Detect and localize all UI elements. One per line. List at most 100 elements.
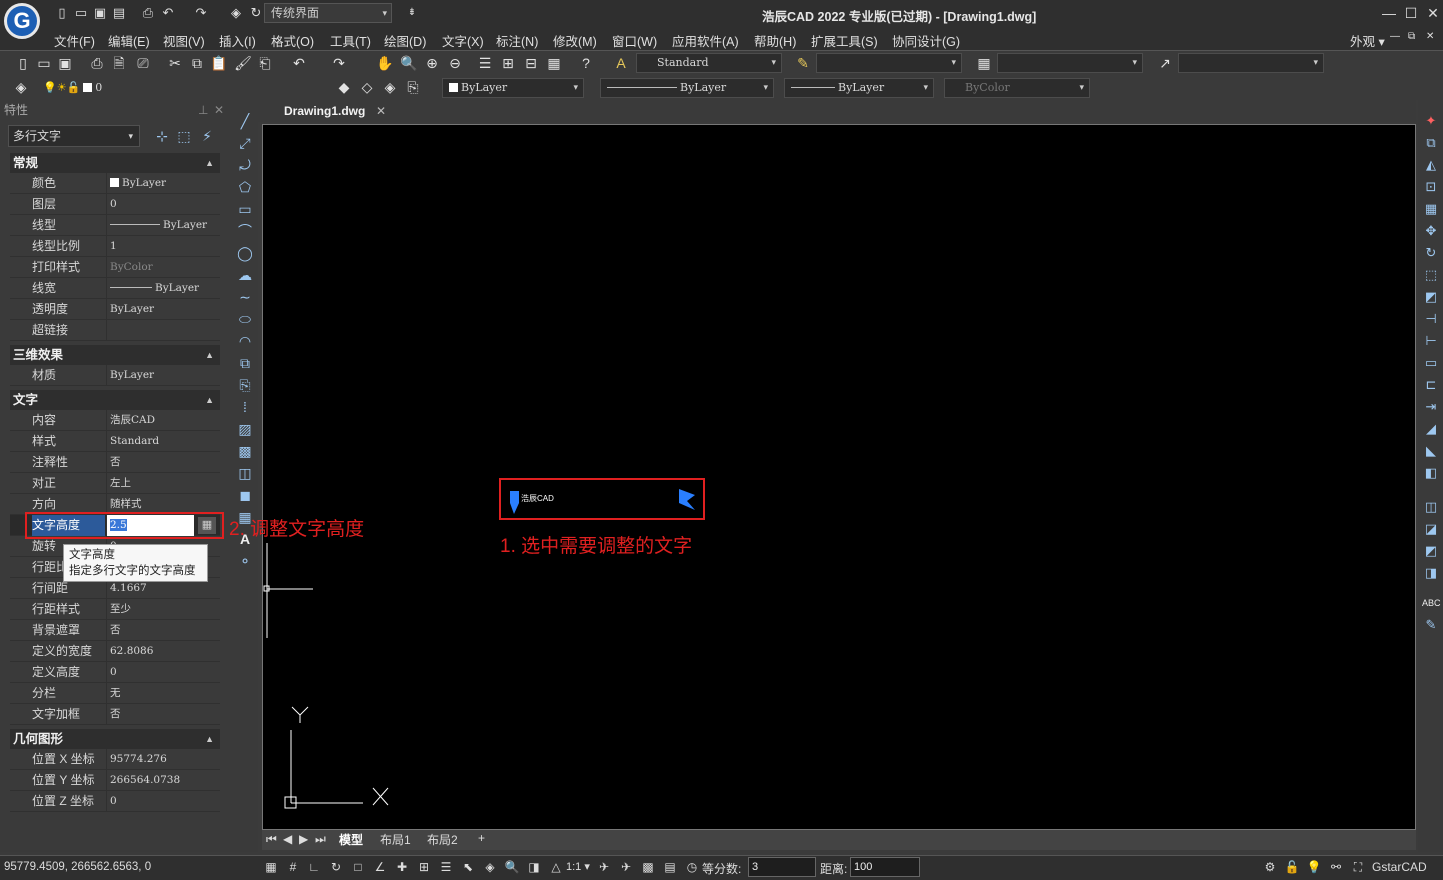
revision-cloud-icon[interactable]: ☁ (236, 266, 254, 284)
gear-icon[interactable]: ⚙ (1262, 859, 1278, 875)
property-value[interactable]: 否 (106, 620, 220, 641)
property-row[interactable]: 打印样式 ByColor (10, 257, 220, 278)
gradient-icon[interactable]: ▩ (236, 442, 254, 460)
hatch-icon[interactable]: ▨ (236, 420, 254, 438)
property-value[interactable]: Standard (106, 431, 220, 452)
undo-icon[interactable]: ↶ (160, 5, 176, 21)
scale-icon[interactable]: ⬚ (1422, 266, 1440, 284)
selection-cycling-icon[interactable]: ⬉ (460, 859, 476, 875)
annotation-scale[interactable]: 1:1 ▾ (566, 860, 590, 873)
menu-help[interactable]: 帮助(H) (754, 31, 796, 50)
section-general[interactable]: 常规 ▲ (10, 153, 220, 173)
close-button[interactable]: ✕ (1422, 4, 1443, 22)
fillet-icon[interactable]: ◣ (1422, 442, 1440, 460)
tab-model[interactable]: 模型 (339, 831, 363, 848)
point-icon[interactable]: ⁞ (236, 398, 254, 416)
property-row[interactable]: 背景遮罩 否 (10, 620, 220, 641)
property-row[interactable]: 位置 Z 坐标 0 (10, 791, 220, 812)
make-current-layer-icon[interactable]: ◆ (335, 78, 353, 96)
publish-icon[interactable]: ⎚ (134, 54, 152, 72)
property-value[interactable]: ByLayer (106, 173, 220, 194)
property-row[interactable]: 样式 Standard (10, 431, 220, 452)
layer-manager-icon[interactable]: ◈ (12, 78, 30, 96)
quick-select-icon[interactable]: ⚡ (198, 127, 216, 145)
divide-input[interactable]: 3 (748, 857, 816, 877)
table-style-select[interactable]: ▾ (997, 53, 1143, 73)
document-tab[interactable]: Drawing1.dwg ✕ (280, 103, 390, 122)
workspace-switch-icon[interactable]: ↻ (248, 5, 264, 21)
property-row[interactable]: 材质 ByLayer (10, 365, 220, 386)
property-value[interactable]: 否 (106, 452, 220, 473)
extend-icon[interactable]: ⊢ (1422, 332, 1440, 350)
bulb-icon[interactable]: 💡 (1306, 859, 1322, 875)
trim-icon[interactable]: ⊣ (1422, 310, 1440, 328)
app-logo[interactable]: G (4, 3, 40, 39)
new-file-icon[interactable]: ▯ (54, 5, 70, 21)
multileader-style-select[interactable]: ▾ (1178, 53, 1324, 73)
new-icon[interactable]: ▯ (14, 54, 32, 72)
copy-icon[interactable]: ⧉ (188, 54, 206, 72)
property-row[interactable]: 定义的宽度 62.8086 (10, 641, 220, 662)
chamfer-icon[interactable]: ◢ (1422, 420, 1440, 438)
section-text[interactable]: 文字 ▲ (10, 390, 220, 410)
property-value[interactable] (106, 320, 220, 341)
layer-select[interactable]: 💡☀🔓 0 (36, 78, 240, 98)
property-value[interactable]: 0 (106, 791, 220, 812)
property-value[interactable]: ByLayer (106, 278, 220, 299)
tab-add[interactable]: + (478, 831, 485, 845)
menu-modify[interactable]: 修改(M) (553, 31, 597, 50)
edit-text-icon[interactable]: ✎ (1422, 616, 1440, 634)
text-style-icon[interactable]: A (612, 54, 630, 72)
polyline-icon[interactable]: ⤾ (236, 156, 254, 174)
doc-close-icon[interactable]: ✕ (1426, 31, 1434, 42)
layers-icon[interactable]: ◈ (228, 5, 244, 21)
last-tab-nav-icon[interactable]: ⏭ (315, 832, 326, 847)
property-row[interactable]: 位置 Y 坐标 266564.0738 (10, 770, 220, 791)
array-icon[interactable]: ▦ (1422, 200, 1440, 218)
print-icon[interactable]: ⎙ (140, 5, 156, 21)
select-objects-icon[interactable]: ⬚ (175, 127, 193, 145)
appearance-menu[interactable]: 外观 ▾ (1350, 31, 1385, 50)
doc-restore-icon[interactable]: ⧉ (1408, 31, 1415, 42)
otrack-icon[interactable]: ∠ (372, 859, 388, 875)
open-file-icon[interactable]: ▭ (73, 5, 89, 21)
property-value[interactable]: ByLayer (106, 299, 220, 320)
insert-block-icon[interactable]: ⧉ (236, 354, 254, 372)
draworder-back-icon[interactable]: ◪ (1422, 520, 1440, 538)
copy-object-icon[interactable]: ⧉ (1422, 134, 1440, 152)
grid-display-icon[interactable]: ▦ (263, 859, 279, 875)
menu-window[interactable]: 窗口(W) (612, 31, 657, 50)
draworder-under-icon[interactable]: ◨ (1422, 564, 1440, 582)
property-row[interactable]: 注释性 否 (10, 452, 220, 473)
linetype-select[interactable]: ByLayer ▾ (600, 78, 774, 98)
property-row[interactable]: 透明度 ByLayer (10, 299, 220, 320)
property-row[interactable]: 线型 ByLayer (10, 215, 220, 236)
snap-icon[interactable]: # (285, 859, 301, 875)
annotation-visibility-icon[interactable]: △ (548, 859, 564, 875)
maximize-button[interactable]: ☐ (1400, 4, 1422, 22)
print-icon[interactable]: ⎙ (88, 54, 106, 72)
property-value[interactable]: 0 (106, 194, 220, 215)
workspace-status-icon[interactable]: ◨ (526, 859, 542, 875)
prev-tab-nav-icon[interactable]: ◀ (283, 832, 292, 846)
property-row[interactable]: 定义高度 0 (10, 662, 220, 683)
lock-ui-icon[interactable]: 🔓 (1284, 859, 1300, 875)
polygon-icon[interactable]: ⬠ (236, 178, 254, 196)
calculator-icon[interactable]: ▦ (545, 54, 563, 72)
property-row[interactable]: 行距样式 至少 (10, 599, 220, 620)
menu-view[interactable]: 视图(V) (163, 31, 205, 50)
paste-icon[interactable]: 📋 (210, 54, 228, 72)
dim-style-icon[interactable]: ✎ (794, 54, 812, 72)
redo-icon[interactable]: ↷ (193, 5, 209, 21)
save-icon[interactable]: ▣ (56, 54, 74, 72)
arc-icon[interactable]: ⌒ (236, 222, 254, 240)
tool-palette-icon[interactable]: ⊟ (522, 54, 540, 72)
customize-qa-icon[interactable]: ⇟ (404, 5, 420, 21)
explode-icon[interactable]: ◧ (1422, 464, 1440, 482)
annotation-autoscale-icon[interactable]: ✈ (596, 859, 612, 875)
property-value[interactable]: 无 (106, 683, 220, 704)
rectangle-icon[interactable]: ▭ (236, 200, 254, 218)
dynamic-ucs-icon[interactable]: ✚ (394, 859, 410, 875)
property-row[interactable]: 内容 浩辰CAD (10, 410, 220, 431)
break-at-point-icon[interactable]: ▭ (1422, 354, 1440, 372)
